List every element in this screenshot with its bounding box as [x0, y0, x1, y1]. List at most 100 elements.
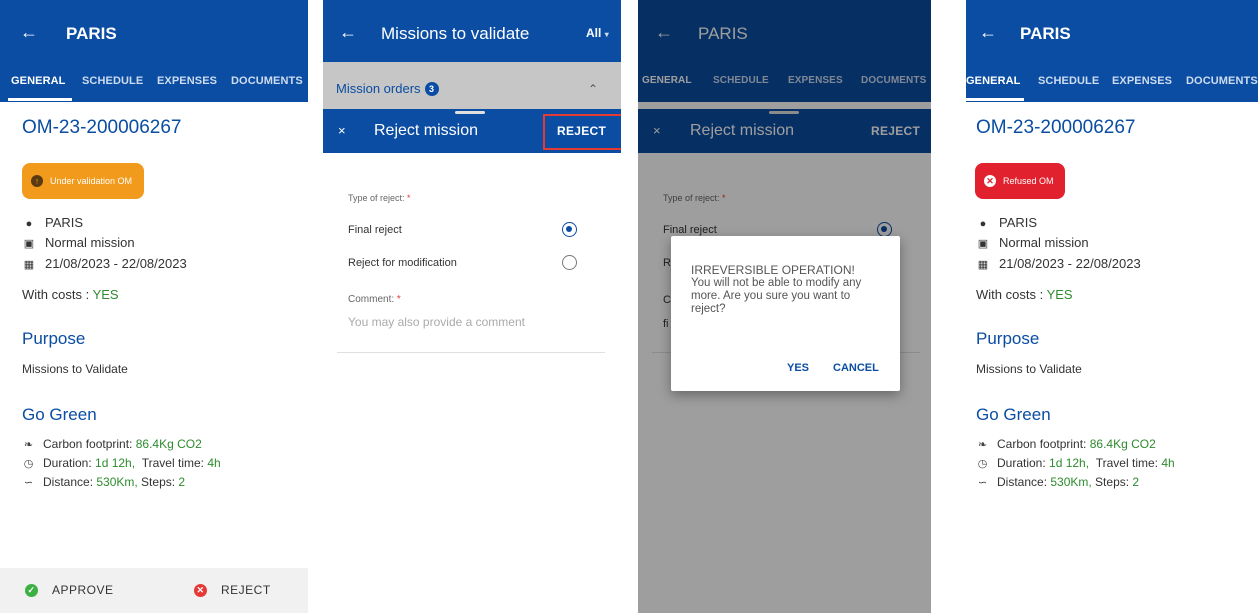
travel-label: Travel time:	[141, 456, 208, 470]
distance-value: 530Km,	[1050, 475, 1092, 489]
reject-button[interactable]: ✕ REJECT	[194, 583, 271, 597]
travel-value: 4h	[207, 456, 221, 470]
tab-bar: GENERAL SCHEDULE EXPENSES DOCUMENTS	[0, 62, 308, 102]
purpose-heading: Purpose	[22, 329, 86, 348]
app-bar: ← PARIS	[966, 0, 1258, 62]
status-badge: ↑ Under validation OM	[22, 163, 144, 199]
costs-row: With costs : YES	[976, 287, 1073, 302]
tab-bar: GENERAL SCHEDULE EXPENSES DOCUMENTS	[966, 62, 1258, 102]
count-badge: 3	[424, 81, 439, 96]
steps-label: Steps:	[1091, 475, 1133, 489]
mission-type-text: Normal mission	[999, 235, 1089, 250]
reject-label: REJECT	[221, 583, 271, 597]
comment-label: Comment: *	[348, 294, 401, 305]
sheet-title: Reject mission	[374, 122, 479, 139]
destination-row: ● PARIS	[976, 215, 1037, 230]
arrow-up-circle-icon: ↑	[31, 175, 43, 187]
tab-general[interactable]: GENERAL	[11, 75, 65, 87]
duration-row: ◷ Duration: 1d 12h, Travel time: 4h	[976, 456, 1175, 470]
tab-schedule[interactable]: SCHEDULE	[1038, 75, 1099, 87]
x-circle-icon: ✕	[984, 175, 996, 187]
tab-documents[interactable]: DOCUMENTS	[231, 75, 303, 87]
mission-detail-panel: ← PARIS GENERAL SCHEDULE EXPENSES DOCUME…	[0, 0, 308, 613]
location-pin-icon: ●	[979, 218, 987, 230]
route-icon: ∽	[23, 477, 34, 489]
costs-label: With costs :	[976, 287, 1047, 302]
footprint-icon: ❧	[977, 439, 988, 451]
filter-value: All	[586, 26, 602, 40]
distance-label: Distance:	[997, 475, 1051, 489]
mission-type-text: Normal mission	[45, 235, 135, 250]
footprint-icon: ❧	[23, 439, 34, 451]
arrow-left-icon[interactable]: ←	[979, 22, 997, 42]
distance-label: Distance:	[43, 475, 97, 489]
carbon-row: ❧ Carbon footprint: 86.4Kg CO2	[22, 437, 202, 451]
costs-row: With costs : YES	[22, 287, 119, 302]
duration-value: 1d 12h,	[95, 456, 136, 470]
carbon-label: Carbon footprint:	[43, 437, 136, 451]
purpose-heading: Purpose	[976, 329, 1040, 348]
carbon-value: 86.4Kg CO2	[135, 437, 202, 451]
clock-icon: ◷	[977, 458, 988, 470]
duration-label: Duration:	[997, 456, 1050, 470]
option-final-label: Final reject	[348, 224, 402, 236]
mission-order-number: OM-23-200006267	[22, 117, 182, 138]
required-mark: *	[407, 193, 411, 203]
status-badge: ✕ Refused OM	[975, 163, 1065, 199]
confirm-dialog-panel: ← PARIS GENERAL SCHEDULE EXPENSES DOCUME…	[638, 0, 931, 613]
distance-row: ∽ Distance: 530Km, Steps: 2	[22, 475, 185, 489]
costs-label: With costs :	[22, 287, 93, 302]
filter-dropdown[interactable]: All ▾	[586, 26, 609, 40]
drag-handle[interactable]	[455, 111, 485, 114]
reject-sheet-panel: ← Missions to validate All ▾ Mission ord…	[323, 0, 621, 613]
go-green-heading: Go Green	[22, 405, 97, 424]
action-footer: ✓ APPROVE ✕ REJECT	[0, 568, 308, 613]
dates-row: ▦ 21/08/2023 - 22/08/2023	[22, 256, 187, 271]
carbon-row: ❧ Carbon footprint: 86.4Kg CO2	[976, 437, 1156, 451]
radio-final-reject[interactable]	[562, 222, 577, 237]
tab-expenses[interactable]: EXPENSES	[157, 75, 217, 87]
tab-indicator	[966, 98, 1024, 101]
briefcase-icon: ▣	[977, 238, 989, 250]
comment-label-text: Comment:	[348, 294, 397, 305]
costs-value: YES	[92, 287, 119, 302]
reject-type-text: Type of reject:	[348, 193, 408, 203]
arrow-left-icon[interactable]: ←	[20, 22, 38, 42]
dialog-message: IRREVERSIBLE OPERATION! You will not be …	[691, 264, 886, 316]
mission-orders-header[interactable]: Mission orders 3 ⌃	[323, 62, 621, 112]
page-title: PARIS	[66, 24, 117, 43]
tab-schedule[interactable]: SCHEDULE	[82, 75, 143, 87]
reject-type-label: Type of reject: *	[348, 193, 411, 203]
page-title: Missions to validate	[381, 24, 530, 43]
destination-text: PARIS	[999, 215, 1038, 230]
chevron-up-icon[interactable]: ⌃	[588, 82, 598, 96]
cancel-button[interactable]: CANCEL	[833, 362, 879, 374]
tab-documents[interactable]: DOCUMENTS	[1186, 75, 1258, 87]
carbon-label: Carbon footprint:	[997, 437, 1090, 451]
yes-button[interactable]: YES	[787, 362, 809, 374]
x-circle-icon: ✕	[194, 583, 207, 597]
highlight-box	[543, 114, 621, 150]
distance-value: 530Km,	[96, 475, 138, 489]
comment-input[interactable]: You may also provide a comment	[348, 315, 603, 329]
chevron-down-icon: ▾	[604, 30, 609, 39]
purpose-text: Missions to Validate	[22, 362, 128, 376]
destination-text: PARIS	[45, 215, 84, 230]
steps-value: 2	[178, 475, 186, 489]
duration-label: Duration:	[43, 456, 96, 470]
duration-row: ◷ Duration: 1d 12h, Travel time: 4h	[22, 456, 221, 470]
tab-general[interactable]: GENERAL	[966, 75, 1020, 87]
app-bar: ← Missions to validate All ▾	[323, 0, 621, 62]
required-mark: *	[396, 294, 401, 305]
tab-indicator	[8, 98, 72, 101]
arrow-left-icon[interactable]: ←	[339, 22, 357, 43]
dates-row: ▦ 21/08/2023 - 22/08/2023	[976, 256, 1141, 271]
steps-label: Steps:	[137, 475, 179, 489]
radio-reject-modification[interactable]	[562, 255, 577, 270]
destination-row: ● PARIS	[22, 215, 83, 230]
close-icon[interactable]: ×	[338, 123, 346, 138]
tab-expenses[interactable]: EXPENSES	[1112, 75, 1172, 87]
approve-button[interactable]: ✓ APPROVE	[25, 583, 114, 597]
travel-label: Travel time:	[1095, 456, 1162, 470]
costs-value: YES	[1046, 287, 1073, 302]
